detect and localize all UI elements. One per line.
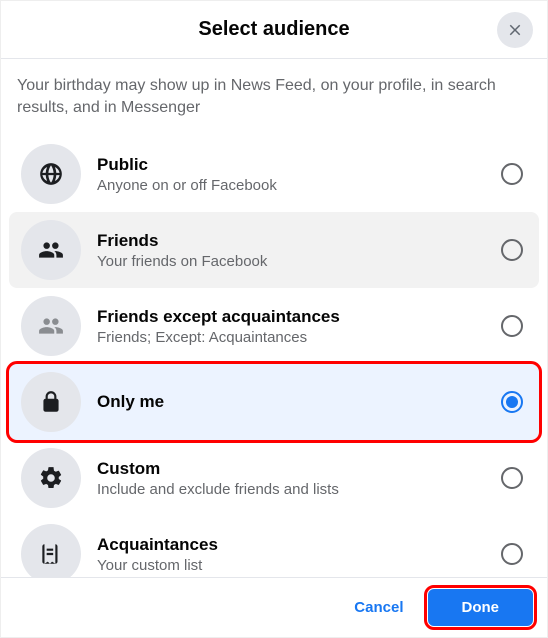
option-text: Friends Your friends on Facebook — [97, 231, 501, 270]
option-subtitle: Your custom list — [97, 557, 501, 574]
list-icon — [38, 541, 64, 567]
globe-icon — [38, 161, 64, 187]
option-subtitle: Include and exclude friends and lists — [97, 481, 501, 498]
option-icon-wrap — [21, 296, 81, 356]
cancel-button[interactable]: Cancel — [338, 589, 419, 626]
friends-except-icon — [38, 313, 64, 339]
option-custom[interactable]: Custom Include and exclude friends and l… — [9, 440, 539, 516]
option-text: Only me — [97, 392, 501, 412]
option-subtitle: Friends; Except: Acquaintances — [97, 329, 501, 346]
option-title: Friends — [97, 231, 501, 251]
gear-icon — [38, 465, 64, 491]
dialog-footer: Cancel Done — [1, 577, 547, 637]
done-button[interactable]: Done — [428, 589, 534, 626]
option-title: Acquaintances — [97, 535, 501, 555]
option-radio[interactable] — [501, 315, 523, 337]
option-public[interactable]: Public Anyone on or off Facebook — [9, 136, 539, 212]
option-text: Friends except acquaintances Friends; Ex… — [97, 307, 501, 346]
option-radio[interactable] — [501, 163, 523, 185]
friends-icon — [38, 237, 64, 263]
lock-icon — [38, 389, 64, 415]
option-radio[interactable] — [501, 239, 523, 261]
option-icon-wrap — [21, 372, 81, 432]
option-radio[interactable] — [501, 543, 523, 565]
option-icon-wrap — [21, 524, 81, 577]
close-icon — [506, 21, 524, 39]
option-text: Custom Include and exclude friends and l… — [97, 459, 501, 498]
option-subtitle: Your friends on Facebook — [97, 253, 501, 270]
select-audience-dialog: Select audience Your birthday may show u… — [0, 0, 548, 638]
dialog-title: Select audience — [198, 18, 349, 41]
option-radio[interactable] — [501, 391, 523, 413]
dialog-description: Your birthday may show up in News Feed, … — [1, 59, 547, 136]
close-button[interactable] — [497, 12, 533, 48]
dialog-header: Select audience — [1, 1, 547, 59]
option-title: Friends except acquaintances — [97, 307, 501, 327]
option-icon-wrap — [21, 448, 81, 508]
option-icon-wrap — [21, 220, 81, 280]
option-title: Custom — [97, 459, 501, 479]
option-title: Only me — [97, 392, 501, 412]
option-acquaintances[interactable]: Acquaintances Your custom list — [9, 516, 539, 577]
option-radio[interactable] — [501, 467, 523, 489]
option-icon-wrap — [21, 144, 81, 204]
option-title: Public — [97, 155, 501, 175]
dialog-body[interactable]: Your birthday may show up in News Feed, … — [1, 59, 547, 577]
option-text: Public Anyone on or off Facebook — [97, 155, 501, 194]
audience-options: Public Anyone on or off Facebook Friends… — [1, 136, 547, 577]
option-text: Acquaintances Your custom list — [97, 535, 501, 574]
option-friends[interactable]: Friends Your friends on Facebook — [9, 212, 539, 288]
option-only-me[interactable]: Only me — [9, 364, 539, 440]
option-friends-except[interactable]: Friends except acquaintances Friends; Ex… — [9, 288, 539, 364]
option-subtitle: Anyone on or off Facebook — [97, 177, 501, 194]
